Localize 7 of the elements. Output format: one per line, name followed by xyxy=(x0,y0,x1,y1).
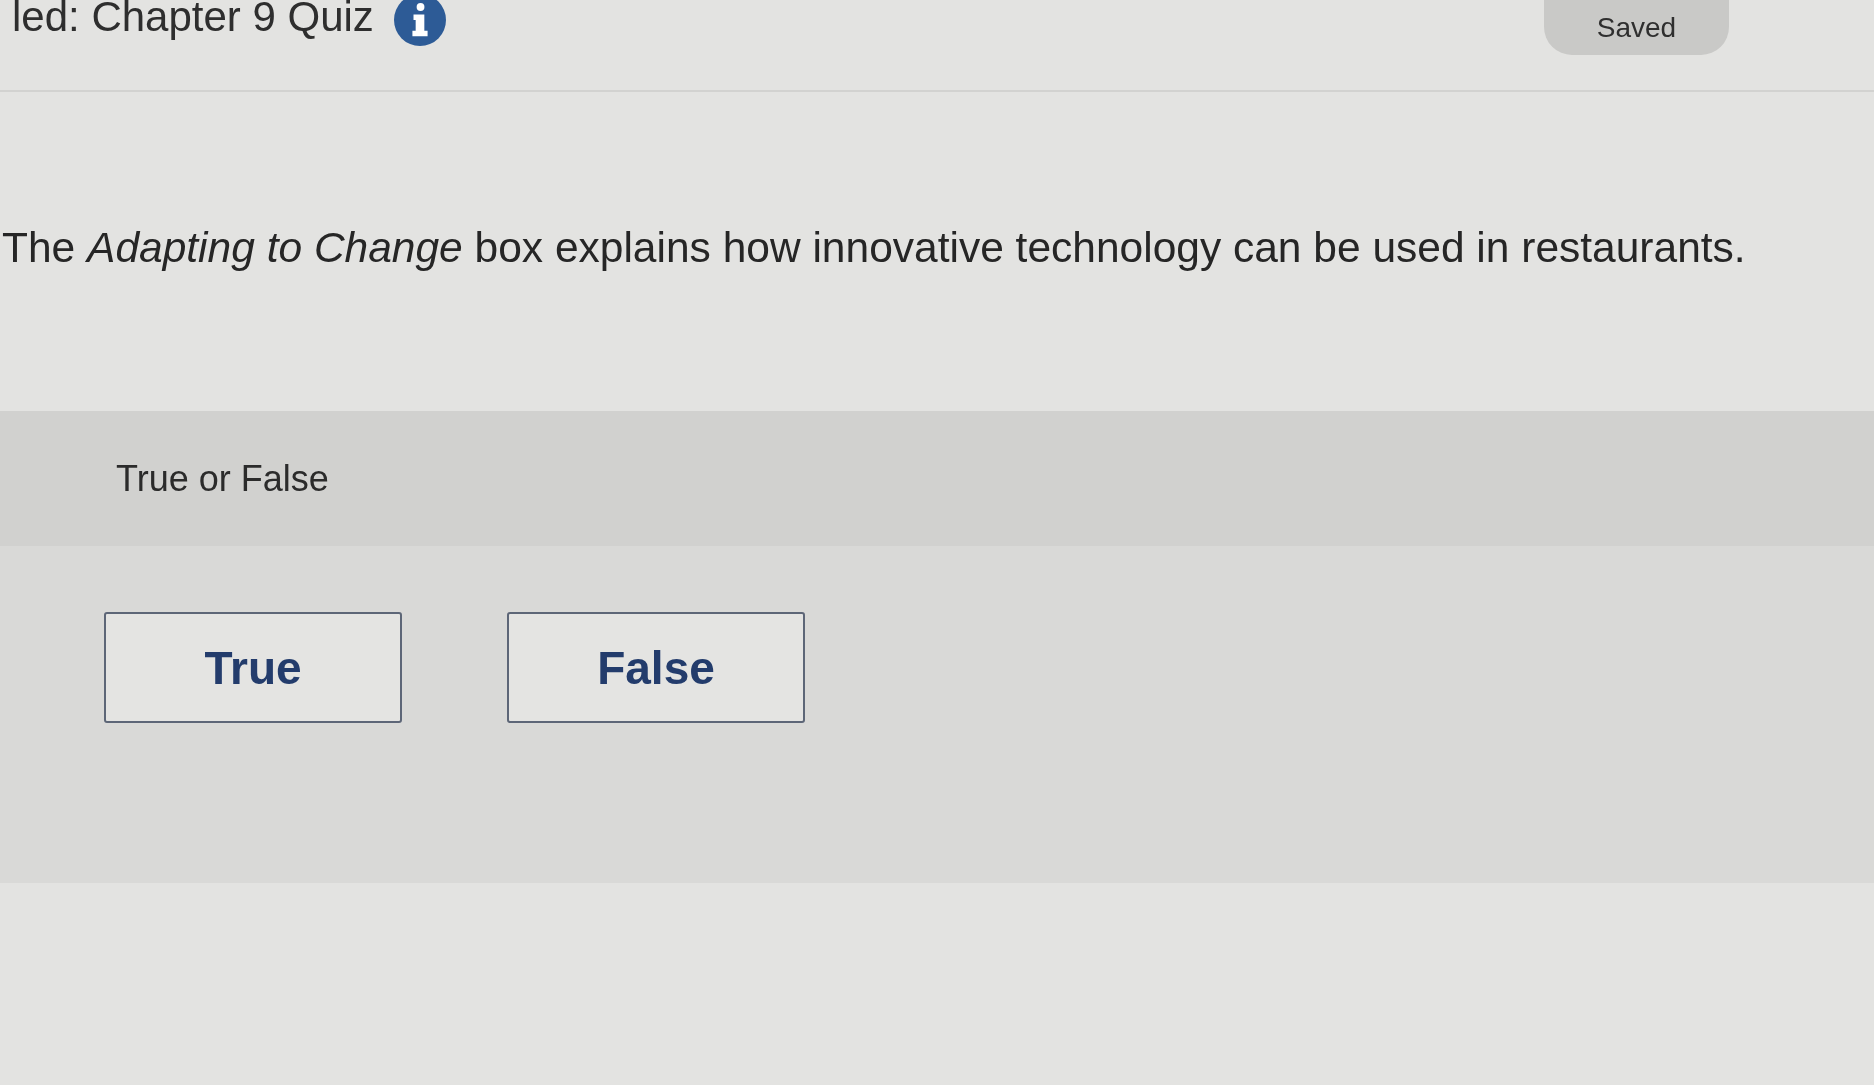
answer-button[interactable]: False xyxy=(507,612,805,723)
question-text: The Adapting to Change box explains how innovative technology can be used in restaurants. xyxy=(2,223,1747,273)
answer-button[interactable]: True xyxy=(104,612,402,723)
save-status: Saved xyxy=(1544,0,1729,55)
question-type-label: True or False xyxy=(116,457,329,500)
info-icon[interactable] xyxy=(393,0,446,46)
quiz-title: led: Chapter 9 Quiz xyxy=(12,0,374,38)
